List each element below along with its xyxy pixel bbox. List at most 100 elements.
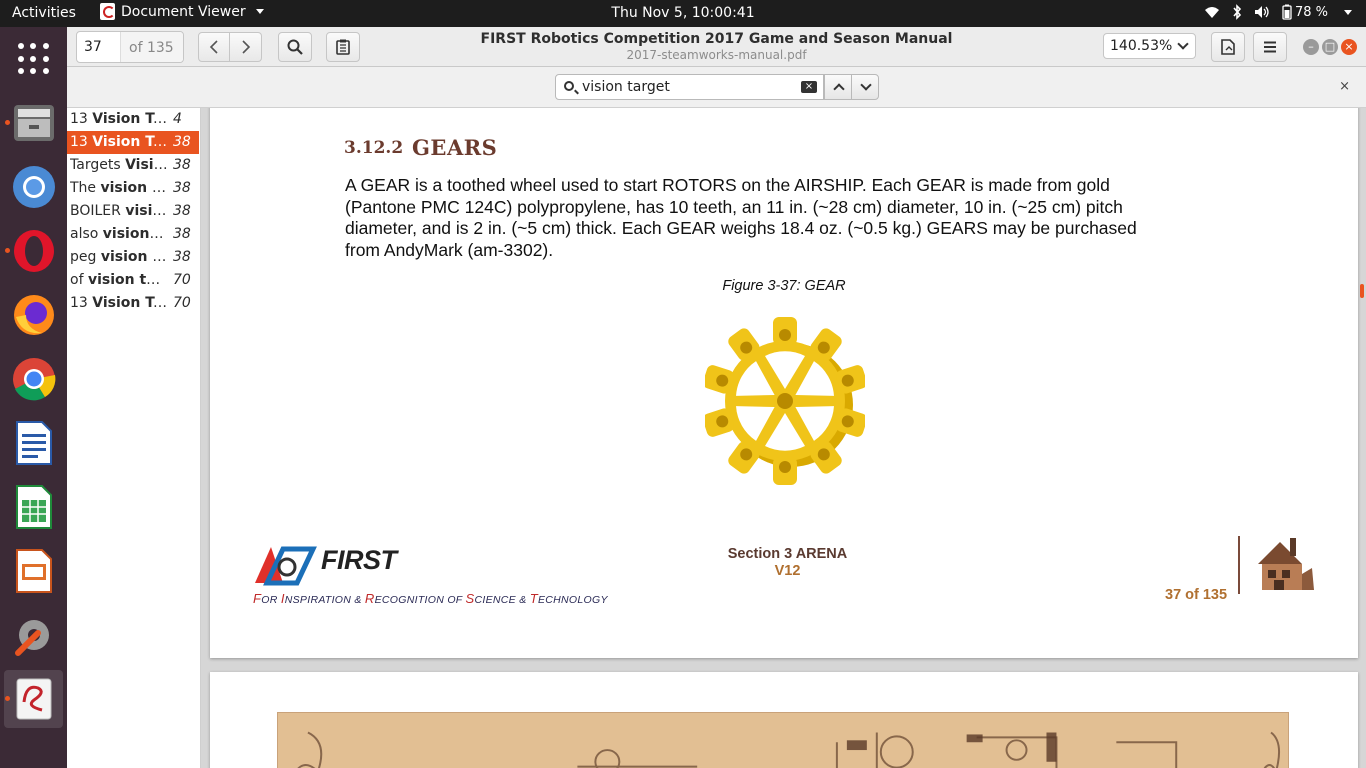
- sidebar-toggle-button[interactable]: [326, 32, 360, 62]
- find-result-row[interactable]: Targets Visi... 38: [67, 154, 199, 177]
- document-view[interactable]: 3.12.2 GEARS A GEAR is a toothed wheel u…: [201, 108, 1366, 768]
- dock-libreoffice-impress[interactable]: [4, 542, 63, 600]
- find-result-text: 13 Vision Ta...: [70, 134, 168, 150]
- previous-page-button[interactable]: [198, 32, 230, 62]
- find-result-text: BOILER visi...: [70, 203, 168, 219]
- find-result-match: vision t...: [100, 180, 169, 196]
- dock-chromium[interactable]: [4, 158, 63, 216]
- running-indicator: [5, 696, 10, 701]
- find-result-text: 13 Vision Ta...: [70, 295, 168, 311]
- section-title: GEARS: [412, 135, 498, 160]
- find-result-text: 13 Vision Ta...: [70, 111, 168, 127]
- find-result-match: visi...: [125, 203, 168, 219]
- steampunk-house-icon: [1258, 538, 1314, 590]
- document-properties-button[interactable]: [1211, 32, 1245, 62]
- close-button[interactable]: ×: [1341, 39, 1357, 55]
- opera-icon: [13, 230, 54, 272]
- app-menu[interactable]: Document Viewer: [100, 3, 264, 20]
- find-result-match: vision t...: [100, 249, 168, 265]
- libreoffice-calc-icon: [15, 485, 52, 529]
- find-result-row[interactable]: of vision ta... 70: [67, 269, 199, 292]
- footer-version: V12: [774, 563, 801, 579]
- find-result-context: Targets: [70, 157, 126, 173]
- find-result-page: 38: [173, 249, 191, 265]
- page-selector[interactable]: 37 of 135: [76, 31, 184, 63]
- next-page-button[interactable]: [230, 32, 262, 62]
- chrome-icon: [12, 358, 55, 401]
- show-applications-button[interactable]: [4, 30, 63, 88]
- window-headerbar: 37 of 135 FIRST Robotics Competition 201…: [67, 27, 1366, 67]
- dock-opera[interactable]: [4, 222, 63, 280]
- tagline-initial: T: [529, 591, 538, 606]
- minimize-icon: –: [1308, 40, 1314, 53]
- bluetooth-icon: [1233, 4, 1242, 20]
- find-result-row[interactable]: also vision t... 38: [67, 223, 199, 246]
- page-total: of 135: [121, 32, 183, 62]
- footer-divider: [1238, 536, 1240, 594]
- activities-button[interactable]: Activities: [12, 5, 76, 21]
- system-menu-chevron-icon: [1344, 9, 1352, 15]
- find-result-row[interactable]: peg vision t... 38: [67, 246, 199, 269]
- find-result-page: 70: [173, 272, 191, 288]
- find-query: vision target: [582, 79, 670, 95]
- minimize-button[interactable]: –: [1303, 39, 1319, 55]
- zoom-selector[interactable]: 140.53%: [1103, 33, 1196, 59]
- find-toggle-button[interactable]: [278, 32, 312, 62]
- tagline-initial: S: [465, 591, 475, 606]
- find-previous-button[interactable]: [824, 74, 852, 100]
- find-result-match: vision t...: [102, 226, 168, 242]
- find-result-text: of vision ta...: [70, 272, 168, 288]
- steampunk-banner-image: [277, 712, 1289, 768]
- find-next-button[interactable]: [851, 74, 879, 100]
- dock-libreoffice-writer[interactable]: [4, 414, 63, 472]
- dock-document-viewer[interactable]: [4, 670, 63, 728]
- maximize-button[interactable]: □: [1322, 39, 1338, 55]
- document-viewer-icon: [16, 678, 51, 720]
- document-viewer-icon: [100, 3, 115, 20]
- app-name: Document Viewer: [121, 3, 246, 20]
- find-result-context: also: [70, 226, 103, 242]
- find-result-context: of: [70, 272, 88, 288]
- chromium-icon: [12, 166, 55, 208]
- find-result-page: 38: [173, 203, 191, 219]
- dock-chrome[interactable]: [4, 350, 63, 408]
- find-result-row[interactable]: BOILER visi... 38: [67, 200, 199, 223]
- maximize-icon: □: [1324, 40, 1336, 53]
- top-panel: Activities Document Viewer Thu Nov 5, 10…: [0, 0, 1366, 27]
- find-result-context: 13: [70, 295, 93, 311]
- find-result-text: also vision t...: [70, 226, 168, 242]
- find-result-page: 38: [173, 226, 191, 242]
- running-indicator: [5, 248, 10, 253]
- clock[interactable]: Thu Nov 5, 10:00:41: [611, 5, 754, 21]
- find-result-row[interactable]: 13 Vision Ta... 38: [67, 131, 199, 154]
- main-menu-button[interactable]: [1253, 32, 1287, 62]
- app-grid-icon: [17, 43, 50, 75]
- find-result-page: 38: [173, 180, 191, 196]
- files-icon: [13, 105, 54, 141]
- dock-firefox[interactable]: [4, 286, 63, 344]
- find-result-row[interactable]: 13 Vision Ta... 4: [67, 108, 199, 131]
- first-tagline: FOR INSPIRATION & RECOGNITION OF SCIENCE…: [253, 591, 608, 606]
- scrollbar-position-indicator[interactable]: [1360, 284, 1364, 298]
- battery-percent: 78 %: [1294, 4, 1328, 20]
- battery-icon: [1282, 4, 1292, 20]
- find-result-row[interactable]: The vision t... 38: [67, 177, 199, 200]
- find-result-page: 38: [173, 134, 191, 150]
- find-result-text: The vision t...: [70, 180, 168, 196]
- find-result-match: Visi...: [125, 157, 168, 173]
- annotations-icon: [336, 39, 350, 55]
- dock-files[interactable]: [4, 94, 63, 152]
- page-number-input[interactable]: 37: [77, 32, 121, 62]
- find-result-row[interactable]: 13 Vision Ta... 70: [67, 292, 199, 315]
- find-result-context: The: [70, 180, 101, 196]
- tagline-word: CIENCE &: [474, 594, 530, 606]
- chevron-up-icon: [833, 83, 845, 95]
- clear-search-icon[interactable]: ×: [801, 81, 817, 93]
- system-tray[interactable]: 78 %: [1204, 4, 1352, 20]
- dock-system-tools[interactable]: [4, 606, 63, 664]
- tagline-initial: R: [364, 591, 375, 606]
- find-close-button[interactable]: ×: [1339, 79, 1350, 94]
- find-input[interactable]: vision target ×: [555, 74, 824, 100]
- libreoffice-writer-icon: [15, 421, 52, 465]
- dock-libreoffice-calc[interactable]: [4, 478, 63, 536]
